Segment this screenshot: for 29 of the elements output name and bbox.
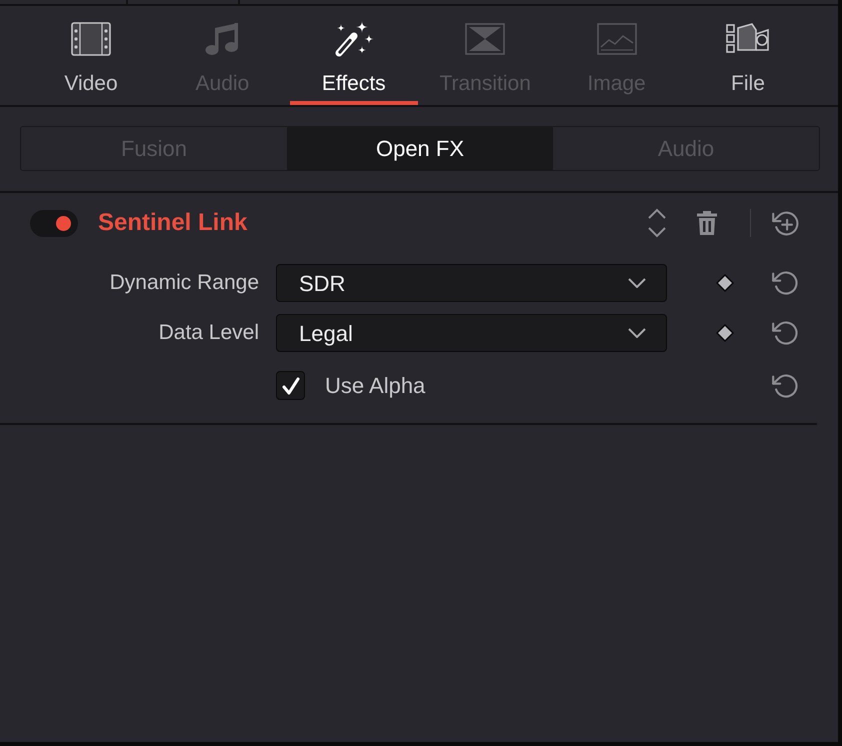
segment-tab[interactable]: Open FX — [287, 127, 553, 170]
checkbox-label: Use Alpha — [325, 372, 426, 400]
hourglass-frame-icon — [465, 23, 506, 55]
effect-title: Sentinel Link — [98, 208, 248, 238]
dropdown[interactable]: SDR — [276, 264, 667, 302]
image-icon — [596, 23, 637, 55]
reset-icon[interactable] — [772, 372, 800, 400]
reset-icon[interactable] — [772, 269, 800, 297]
parameter-label: Dynamic Range — [108, 270, 259, 296]
panel-tab[interactable]: Effects — [290, 6, 418, 105]
panel-tab[interactable]: File — [684, 6, 812, 105]
chevron-down-icon — [628, 328, 646, 338]
magic-wand-icon — [334, 21, 374, 57]
reset-icon[interactable] — [772, 319, 800, 347]
effect-toggle[interactable] — [30, 210, 78, 236]
up-down-chevron-icon[interactable] — [647, 207, 667, 239]
parameter-label: Data Level — [158, 320, 259, 346]
reset-add-icon[interactable] — [772, 208, 801, 238]
trash-icon[interactable] — [697, 211, 717, 235]
film-frame-icon — [71, 22, 111, 56]
panel-tab[interactable]: Video — [27, 6, 155, 105]
keyframe-diamond-icon[interactable] — [716, 324, 734, 342]
chevron-down-icon — [628, 278, 646, 288]
keyframe-diamond-icon[interactable] — [716, 274, 734, 292]
camera-icon — [726, 22, 770, 56]
dropdown[interactable]: Legal — [276, 314, 667, 352]
music-note-icon — [204, 22, 240, 56]
checkmark-icon — [280, 376, 300, 396]
checkbox[interactable] — [276, 371, 305, 400]
